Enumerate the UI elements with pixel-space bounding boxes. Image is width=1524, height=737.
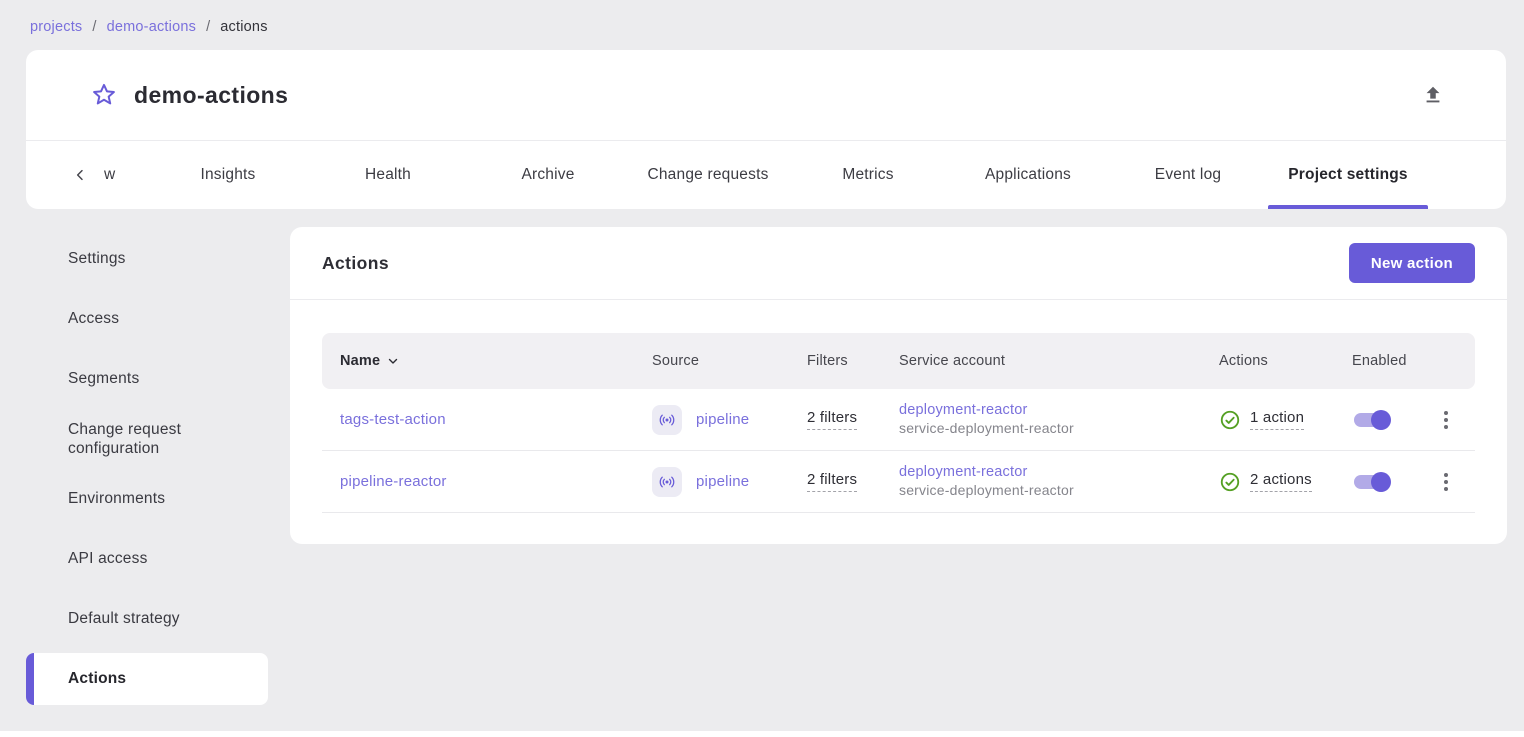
enabled-toggle[interactable] — [1352, 471, 1392, 493]
project-header-card: demo-actions w Insights Health Archive C… — [26, 50, 1506, 209]
action-name-link[interactable]: tags-test-action — [340, 411, 446, 428]
breadcrumb-separator: / — [92, 19, 96, 35]
table-row: tags-test-action pipeline 2 filters depl… — [322, 389, 1475, 451]
table-row: pipeline-reactor pipeline 2 filters depl… — [322, 451, 1475, 513]
sidebar-item-api-access[interactable]: API access — [26, 529, 268, 589]
action-name-link[interactable]: pipeline-reactor — [340, 473, 447, 490]
project-tabs: w Insights Health Archive Change request… — [26, 141, 1506, 209]
sort-chevron-down-icon — [386, 354, 400, 368]
settings-sidebar: Settings Access Segments Change request … — [26, 227, 268, 709]
service-account-link[interactable]: deployment-reactor — [899, 402, 1219, 418]
tab-project-settings[interactable]: Project settings — [1268, 141, 1428, 209]
favorite-star-icon[interactable] — [90, 81, 118, 109]
actions-panel: Actions New action Name Source Filters S… — [290, 227, 1507, 544]
tab-health[interactable]: Health — [308, 141, 468, 209]
sensors-signal-icon — [652, 405, 682, 435]
content-area: Settings Access Segments Change request … — [26, 227, 1507, 709]
column-header-source: Source — [652, 353, 807, 369]
filters-count[interactable]: 2 filters — [807, 409, 857, 430]
breadcrumb-projects[interactable]: projects — [30, 19, 82, 35]
service-account-link[interactable]: deployment-reactor — [899, 464, 1219, 480]
breadcrumb: projects / demo-actions / actions — [0, 0, 1524, 35]
panel-title: Actions — [322, 253, 389, 274]
column-label-name: Name — [340, 353, 380, 369]
tab-event-log[interactable]: Event log — [1108, 141, 1268, 209]
tab-applications[interactable]: Applications — [948, 141, 1108, 209]
tab-metrics[interactable]: Metrics — [788, 141, 948, 209]
actions-table: Name Source Filters Service account Acti… — [290, 300, 1507, 544]
new-action-button[interactable]: New action — [1349, 243, 1475, 283]
column-header-actions: Actions — [1219, 353, 1352, 369]
sidebar-item-default-strategy[interactable]: Default strategy — [26, 589, 268, 649]
tab-insights[interactable]: Insights — [148, 141, 308, 209]
source-link[interactable]: pipeline — [696, 473, 749, 490]
row-menu-kebab-icon[interactable] — [1438, 405, 1454, 435]
column-header-service-account: Service account — [899, 353, 1219, 369]
table-header-row: Name Source Filters Service account Acti… — [322, 333, 1475, 389]
app-background: projects / demo-actions / actions demo-a… — [0, 0, 1524, 731]
column-header-filters: Filters — [807, 353, 899, 369]
sidebar-item-actions[interactable]: Actions — [26, 653, 268, 705]
actions-panel-header: Actions New action — [290, 227, 1507, 299]
filters-count[interactable]: 2 filters — [807, 471, 857, 492]
check-circle-icon — [1219, 471, 1241, 493]
column-header-name[interactable]: Name — [322, 353, 652, 369]
service-account-subtext: service-deployment-reactor — [899, 482, 1074, 498]
sidebar-item-settings[interactable]: Settings — [26, 229, 268, 289]
check-circle-icon — [1219, 409, 1241, 431]
tab-archive[interactable]: Archive — [468, 141, 628, 209]
enabled-toggle[interactable] — [1352, 409, 1392, 431]
page-title: demo-actions — [134, 82, 1418, 109]
tab-change-requests[interactable]: Change requests — [628, 141, 788, 209]
service-account-subtext: service-deployment-reactor — [899, 420, 1074, 436]
sidebar-item-segments[interactable]: Segments — [26, 349, 268, 409]
tab-overview-truncated[interactable]: w — [98, 141, 148, 209]
column-header-enabled: Enabled — [1352, 353, 1430, 369]
sidebar-item-environments[interactable]: Environments — [26, 469, 268, 529]
breadcrumb-project[interactable]: demo-actions — [107, 19, 196, 35]
sensors-signal-icon — [652, 467, 682, 497]
sidebar-item-change-request-configuration[interactable]: Change request configuration — [26, 409, 268, 469]
breadcrumb-current: actions — [220, 19, 267, 35]
breadcrumb-separator: / — [206, 19, 210, 35]
upload-icon[interactable] — [1418, 80, 1448, 110]
actions-count[interactable]: 1 action — [1250, 409, 1304, 430]
project-title-row: demo-actions — [26, 50, 1506, 140]
source-link[interactable]: pipeline — [696, 411, 749, 428]
row-menu-kebab-icon[interactable] — [1438, 467, 1454, 497]
sidebar-item-access[interactable]: Access — [26, 289, 268, 349]
actions-count[interactable]: 2 actions — [1250, 471, 1312, 492]
tabs-scroll-left-button[interactable] — [62, 141, 98, 209]
